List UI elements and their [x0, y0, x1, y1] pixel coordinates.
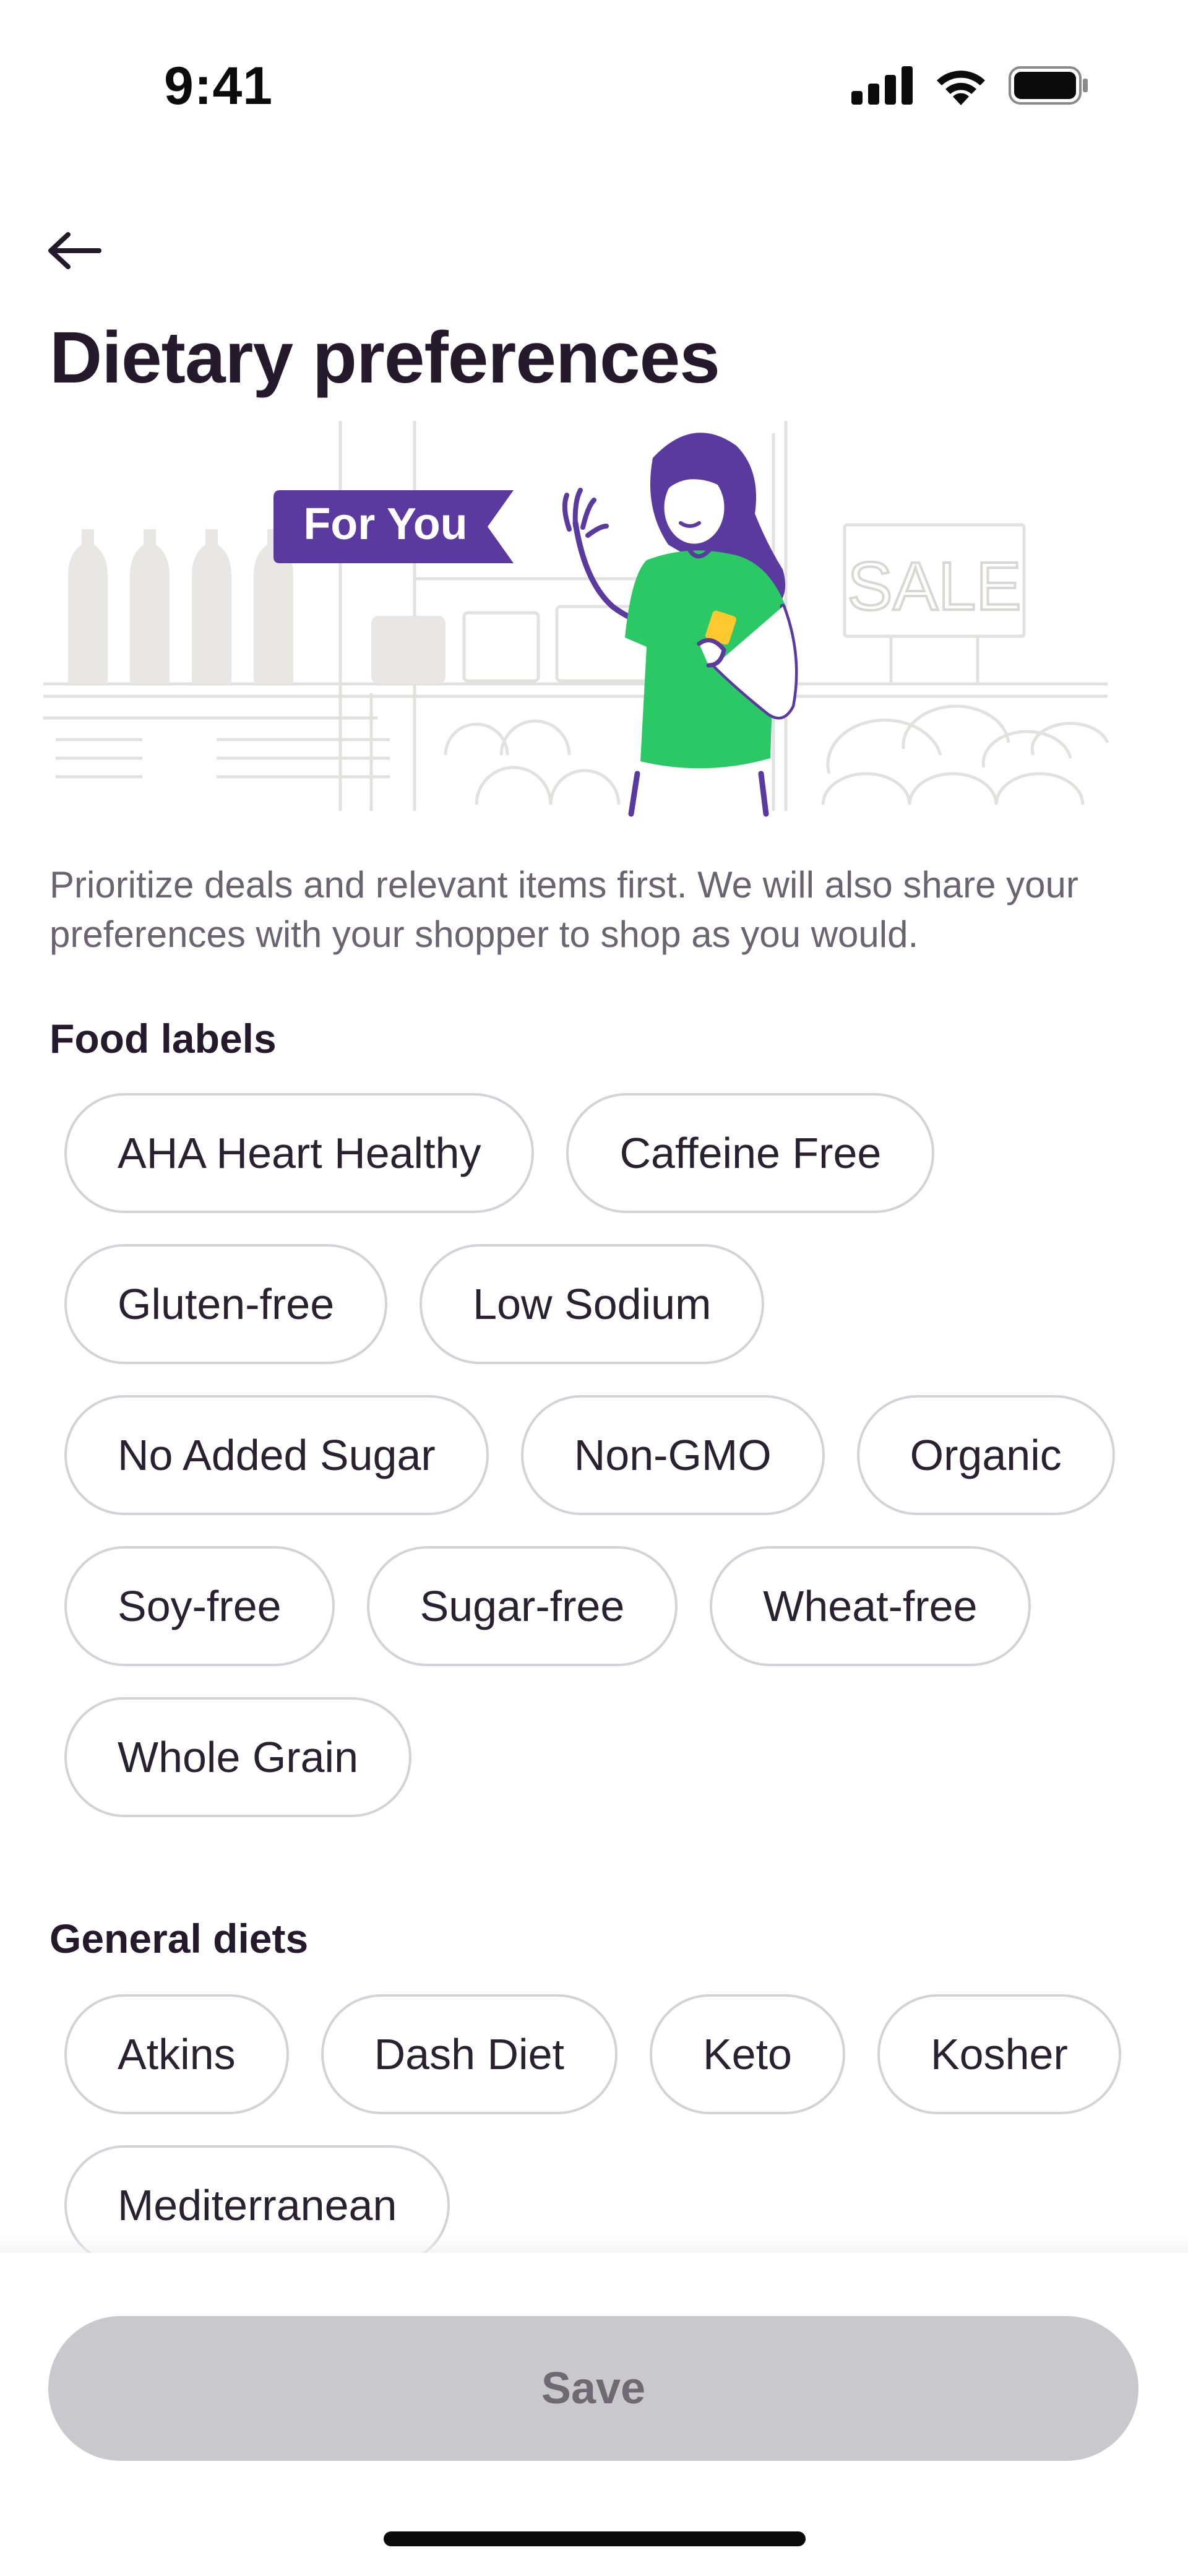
save-button[interactable]: Save — [48, 2316, 1138, 2461]
chip-non-gmo[interactable]: Non-GMO — [520, 1395, 825, 1515]
page-title: Dietary preferences — [50, 317, 720, 399]
for-you-badge-text: For You — [303, 499, 467, 549]
chip-aha-heart-healthy[interactable]: AHA Heart Healthy — [64, 1093, 535, 1213]
chip-low-sodium[interactable]: Low Sodium — [420, 1244, 765, 1364]
chip-atkins[interactable]: Atkins — [64, 1994, 289, 2114]
chip-caffeine-free[interactable]: Caffeine Free — [566, 1093, 935, 1213]
back-button[interactable] — [43, 229, 105, 272]
chip-gluten-free[interactable]: Gluten-free — [64, 1244, 388, 1364]
chip-kosher[interactable]: Kosher — [877, 1994, 1121, 2114]
general-diets-heading: General diets — [50, 1916, 309, 1961]
arrow-left-icon — [48, 232, 101, 269]
sale-sign-text: SALE — [847, 548, 1021, 625]
chip-whole-grain[interactable]: Whole Grain — [64, 1697, 412, 1817]
screen: 9:41 Dietary preferences SALE For You Pr… — [0, 0, 1188, 2576]
home-indicator — [384, 2531, 806, 2546]
chip-dash-diet[interactable]: Dash Diet — [321, 1994, 618, 2114]
status-time: 9:41 — [164, 56, 273, 116]
chip-sugar-free[interactable]: Sugar-free — [366, 1546, 678, 1666]
chip-soy-free[interactable]: Soy-free — [64, 1546, 335, 1666]
description-text: Prioritize deals and relevant items firs… — [50, 864, 1078, 955]
cellular-signal-icon — [851, 66, 913, 105]
status-icons — [851, 66, 1089, 105]
chip-wheat-free[interactable]: Wheat-free — [710, 1546, 1031, 1666]
chip-organic[interactable]: Organic — [856, 1395, 1115, 1515]
general-diets-chips: Atkins Dash Diet Keto Kosher Mediterrane… — [64, 1994, 1129, 2265]
grocery-shopper-illustration: SALE For You — [43, 421, 1109, 817]
food-labels-heading: Food labels — [50, 1016, 277, 1061]
chip-no-added-sugar[interactable]: No Added Sugar — [64, 1395, 489, 1515]
wifi-icon — [937, 71, 985, 105]
battery-icon — [1009, 66, 1088, 105]
food-labels-chips: AHA Heart Healthy Caffeine Free Gluten-f… — [64, 1093, 1129, 1817]
chip-keto[interactable]: Keto — [649, 1994, 845, 2114]
